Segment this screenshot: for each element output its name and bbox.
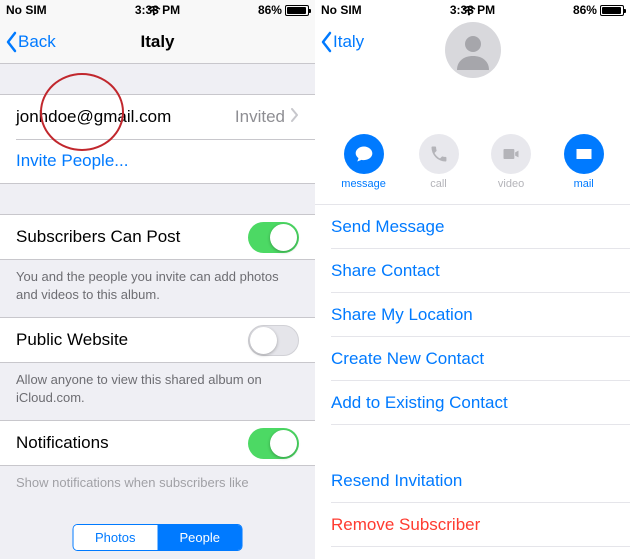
- subscribers-can-post-switch[interactable]: [248, 222, 299, 253]
- segment-photos[interactable]: Photos: [73, 525, 157, 550]
- public-website-row: Public Website: [0, 318, 315, 362]
- album-settings-screen: No SIM 3:38 PM 86% Back Italy jonhdoe@gm…: [0, 0, 315, 559]
- message-action[interactable]: message: [341, 134, 386, 190]
- nav-bar: Back Italy: [0, 20, 315, 64]
- chevron-right-icon: [291, 107, 299, 127]
- mail-action[interactable]: mail: [564, 134, 604, 190]
- subscriber-email: jonhdoe@gmail.com: [16, 107, 171, 127]
- clock: 3:38 PM: [315, 3, 630, 17]
- photos-people-segment[interactable]: Photos People: [72, 524, 243, 551]
- public-website-switch[interactable]: [248, 325, 299, 356]
- contact-detail-screen: No SIM 3:38 PM 86% Italy message: [315, 0, 630, 559]
- status-bar: No SIM 3:38 PM 86%: [0, 0, 315, 20]
- page-title: Italy: [0, 32, 315, 52]
- public-website-note: Allow anyone to view this shared album o…: [0, 363, 315, 420]
- call-action[interactable]: call: [419, 134, 459, 190]
- clock: 3:38 PM: [0, 3, 315, 17]
- back-button[interactable]: Italy: [315, 31, 364, 53]
- notifications-switch[interactable]: [248, 428, 299, 459]
- subscriber-status: Invited: [235, 107, 285, 127]
- video-icon: [501, 144, 521, 164]
- contact-action-row: message call video mail: [315, 64, 630, 205]
- resend-invitation-row[interactable]: Resend Invitation: [315, 459, 630, 503]
- subscribers-note: You and the people you invite can add ph…: [0, 260, 315, 317]
- notifications-row: Notifications: [0, 421, 315, 465]
- battery-icon: [285, 5, 309, 16]
- segment-people[interactable]: People: [158, 525, 242, 550]
- video-action[interactable]: video: [491, 134, 531, 190]
- subscriber-row[interactable]: jonhdoe@gmail.com Invited: [0, 95, 315, 139]
- phone-icon: [429, 144, 449, 164]
- battery-icon: [600, 5, 624, 16]
- share-contact-row[interactable]: Share Contact: [315, 249, 630, 293]
- message-icon: [354, 144, 374, 164]
- remove-subscriber-row[interactable]: Remove Subscriber: [315, 503, 630, 547]
- add-to-existing-row[interactable]: Add to Existing Contact: [315, 381, 630, 425]
- mail-icon: [574, 144, 594, 164]
- status-bar: No SIM 3:38 PM 86%: [315, 0, 630, 20]
- create-contact-row[interactable]: Create New Contact: [315, 337, 630, 381]
- invite-people-button[interactable]: Invite People...: [0, 139, 315, 183]
- send-message-row[interactable]: Send Message: [315, 205, 630, 249]
- share-location-row[interactable]: Share My Location: [315, 293, 630, 337]
- contact-avatar: [445, 22, 501, 78]
- people-group: jonhdoe@gmail.com Invited Invite People.…: [0, 94, 315, 184]
- back-label: Italy: [333, 32, 364, 52]
- notifications-note: Show notifications when subscribers like: [0, 466, 315, 506]
- subscribers-can-post-row: Subscribers Can Post: [0, 215, 315, 259]
